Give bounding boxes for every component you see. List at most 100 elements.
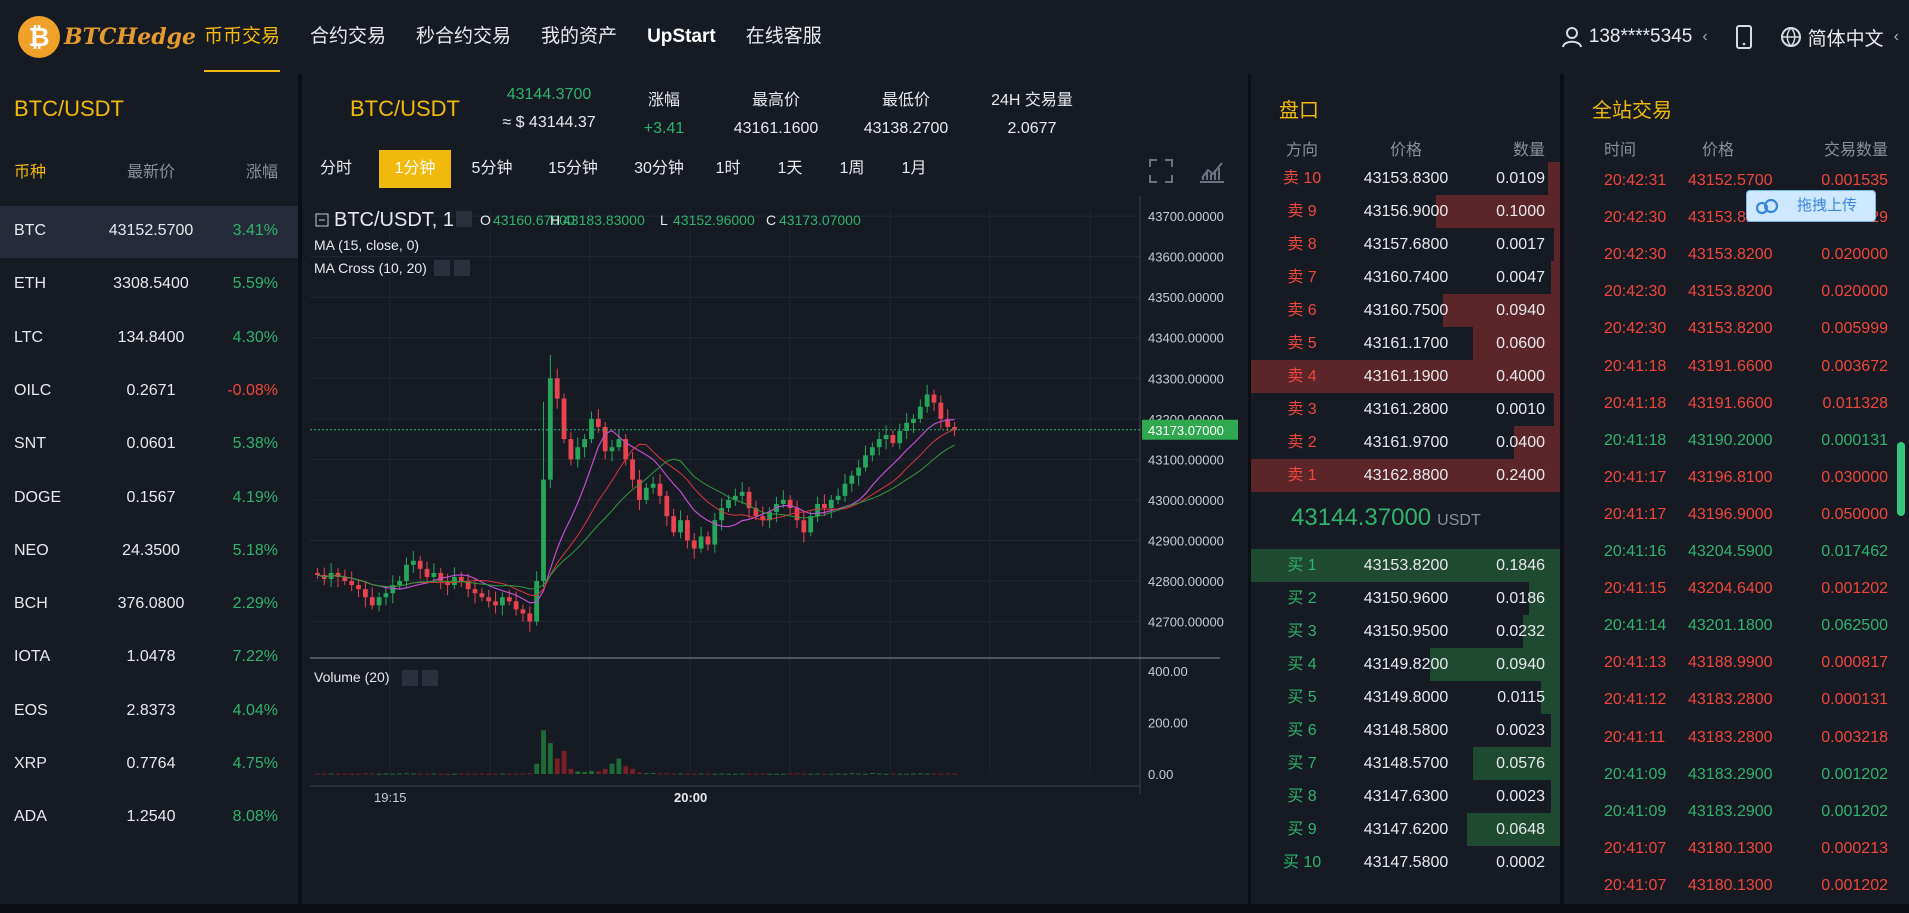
coin-row[interactable]: IOTA 1.0478 7.22% bbox=[0, 632, 298, 684]
orderbook-title: 盘口 bbox=[1279, 100, 1319, 122]
order-price: 43147.5800 bbox=[1363, 854, 1449, 871]
ask-row[interactable]: 卖 10 43153.8300 0.0109 bbox=[1251, 162, 1560, 195]
coin-row[interactable]: NEO 24.3500 5.18% bbox=[0, 526, 298, 578]
trade-price: 43201.1800 bbox=[1688, 617, 1773, 635]
candlestick-chart[interactable]: 43700.00000 43600.00000 43500.00000 43400.0… bbox=[310, 196, 1240, 896]
bid-row[interactable]: 买 2 43150.9600 0.0186 bbox=[1251, 582, 1560, 615]
settings-gear-icon[interactable] bbox=[402, 670, 418, 686]
coin-row[interactable]: ETH 3308.5400 5.59% bbox=[0, 259, 298, 311]
volume-tick-label: 200.00 bbox=[1148, 716, 1188, 731]
coin-row[interactable]: XRP 0.7764 4.75% bbox=[0, 739, 298, 791]
tf-realtime[interactable]: 分时 bbox=[310, 150, 362, 188]
order-qty: 0.0400 bbox=[1496, 434, 1545, 451]
candle-body bbox=[602, 426, 608, 452]
header-side: 方向 bbox=[1285, 142, 1318, 159]
bid-row[interactable]: 买 3 43150.9500 0.0232 bbox=[1251, 615, 1560, 648]
coin-row[interactable]: LTC 134.8400 4.30% bbox=[0, 313, 298, 365]
mobile-app-button[interactable] bbox=[1735, 25, 1752, 49]
nav-spot-trading[interactable]: 币币交易 bbox=[204, 0, 281, 72]
volume-bar bbox=[506, 773, 512, 775]
tf-1week[interactable]: 1周 bbox=[832, 150, 872, 188]
tf-1day[interactable]: 1天 bbox=[770, 150, 810, 188]
volume-bar bbox=[643, 773, 649, 775]
tf-15min[interactable]: 15分钟 bbox=[538, 150, 608, 188]
volume-label: 24H 交易量 bbox=[991, 92, 1073, 109]
volume-bar bbox=[883, 773, 889, 775]
candle-body bbox=[520, 609, 526, 614]
tf-1hour[interactable]: 1时 bbox=[708, 150, 748, 188]
coin-symbol: DOGE bbox=[14, 488, 62, 506]
trade-row: 20:41:18 43191.6600 0.011328 bbox=[1564, 385, 1909, 422]
coin-symbol: IOTA bbox=[14, 648, 51, 666]
bid-row[interactable]: 买 5 43149.8000 0.0115 bbox=[1251, 681, 1560, 714]
page-scrollbar[interactable] bbox=[1897, 442, 1905, 516]
y-tick-label: 43600.00000 bbox=[1148, 250, 1224, 265]
settings-gear-icon[interactable] bbox=[456, 211, 472, 227]
bid-row[interactable]: 买 10 43147.5800 0.0002 bbox=[1251, 846, 1560, 879]
coin-change: 5.18% bbox=[232, 541, 278, 559]
y-tick-label: 43000.00000 bbox=[1148, 493, 1224, 508]
coin-row[interactable]: SNT 0.0601 5.38% bbox=[0, 419, 298, 471]
volume-bar bbox=[404, 773, 409, 775]
y-tick-label: 43500.00000 bbox=[1148, 290, 1224, 305]
candle-body bbox=[787, 499, 793, 509]
ask-row[interactable]: 卖 9 43156.9000 0.1000 bbox=[1251, 195, 1560, 228]
bid-row[interactable]: 买 9 43147.6200 0.0648 bbox=[1251, 813, 1560, 846]
volume-bar bbox=[424, 773, 430, 775]
bid-row[interactable]: 买 1 43153.8200 0.1846 bbox=[1251, 549, 1560, 582]
bid-row[interactable]: 买 7 43148.5700 0.0576 bbox=[1251, 747, 1560, 780]
candle-body bbox=[856, 467, 862, 476]
ask-row[interactable]: 卖 6 43160.7500 0.0940 bbox=[1251, 294, 1560, 327]
bid-row[interactable]: 买 4 43149.8200 0.0940 bbox=[1251, 648, 1560, 681]
trade-price: 43188.9900 bbox=[1688, 654, 1773, 672]
fullscreen-icon[interactable] bbox=[1148, 158, 1174, 184]
coin-row[interactable]: OILC 0.2671 -0.08% bbox=[0, 366, 298, 418]
order-qty: 0.0576 bbox=[1496, 755, 1545, 772]
trade-price: 43183.2900 bbox=[1688, 802, 1773, 820]
candle-body bbox=[506, 597, 512, 602]
volume-bar bbox=[561, 750, 567, 774]
ask-row[interactable]: 卖 7 43160.7400 0.0047 bbox=[1251, 261, 1560, 294]
order-qty: 0.1846 bbox=[1496, 557, 1545, 574]
ask-row[interactable]: 卖 1 43162.8800 0.2400 bbox=[1251, 459, 1560, 492]
trade-time: 20:41:15 bbox=[1604, 580, 1667, 598]
order-side: 买 9 bbox=[1287, 821, 1317, 838]
coin-row[interactable]: DOGE 0.1567 4.19% bbox=[0, 473, 298, 525]
coin-row[interactable]: BTC 43152.5700 3.41% bbox=[0, 206, 298, 258]
candle-body bbox=[404, 564, 409, 582]
tf-1min[interactable]: 1分钟 bbox=[379, 150, 451, 188]
language-selector[interactable]: 简体中文 ‹ bbox=[1780, 24, 1899, 51]
chart-type-icon[interactable] bbox=[1198, 158, 1226, 184]
bid-row[interactable]: 买 8 43147.6300 0.0023 bbox=[1251, 780, 1560, 813]
coin-row[interactable]: ADA 1.2540 8.08% bbox=[0, 792, 298, 844]
ask-row[interactable]: 卖 3 43161.2800 0.0010 bbox=[1251, 393, 1560, 426]
drag-upload-widget[interactable]: 拖拽上传 bbox=[1746, 190, 1876, 222]
coin-row[interactable]: BCH 376.0800 2.29% bbox=[0, 579, 298, 631]
volume-bar bbox=[458, 773, 464, 775]
tf-5min[interactable]: 5分钟 bbox=[462, 150, 522, 188]
close-icon[interactable] bbox=[454, 260, 470, 276]
ask-row[interactable]: 卖 8 43157.6800 0.0017 bbox=[1251, 228, 1560, 261]
nav-upstart[interactable]: UpStart bbox=[647, 0, 716, 72]
trade-time: 20:42:30 bbox=[1604, 283, 1667, 301]
ask-row[interactable]: 卖 4 43161.1900 0.4000 bbox=[1251, 360, 1560, 393]
nav-online-support[interactable]: 在线客服 bbox=[746, 0, 822, 72]
ask-row[interactable]: 卖 2 43161.9700 0.0400 bbox=[1251, 426, 1560, 459]
close-icon[interactable] bbox=[422, 670, 438, 686]
coin-price: 2.8373 bbox=[126, 701, 176, 719]
nav-my-assets[interactable]: 我的资产 bbox=[541, 0, 617, 72]
tf-30min[interactable]: 30分钟 bbox=[624, 150, 694, 188]
tf-1month[interactable]: 1月 bbox=[894, 150, 934, 188]
candle-body bbox=[349, 581, 355, 586]
nav-second-contract[interactable]: 秒合约交易 bbox=[416, 0, 511, 72]
ask-row[interactable]: 卖 5 43161.1700 0.0600 bbox=[1251, 327, 1560, 360]
account-menu[interactable]: 138****5345 ‹ bbox=[1561, 26, 1708, 48]
bid-row[interactable]: 买 6 43148.5800 0.0023 bbox=[1251, 714, 1560, 747]
settings-gear-icon[interactable] bbox=[434, 260, 450, 276]
nav-contract-trading[interactable]: 合约交易 bbox=[310, 0, 386, 72]
candle-body bbox=[890, 435, 896, 444]
coin-change: 4.30% bbox=[232, 328, 278, 346]
coin-row[interactable]: EOS 2.8373 4.04% bbox=[0, 686, 298, 738]
brand-logo[interactable]: ₿ BTCHedge bbox=[18, 16, 196, 58]
trade-qty: 0.000817 bbox=[1821, 654, 1888, 672]
